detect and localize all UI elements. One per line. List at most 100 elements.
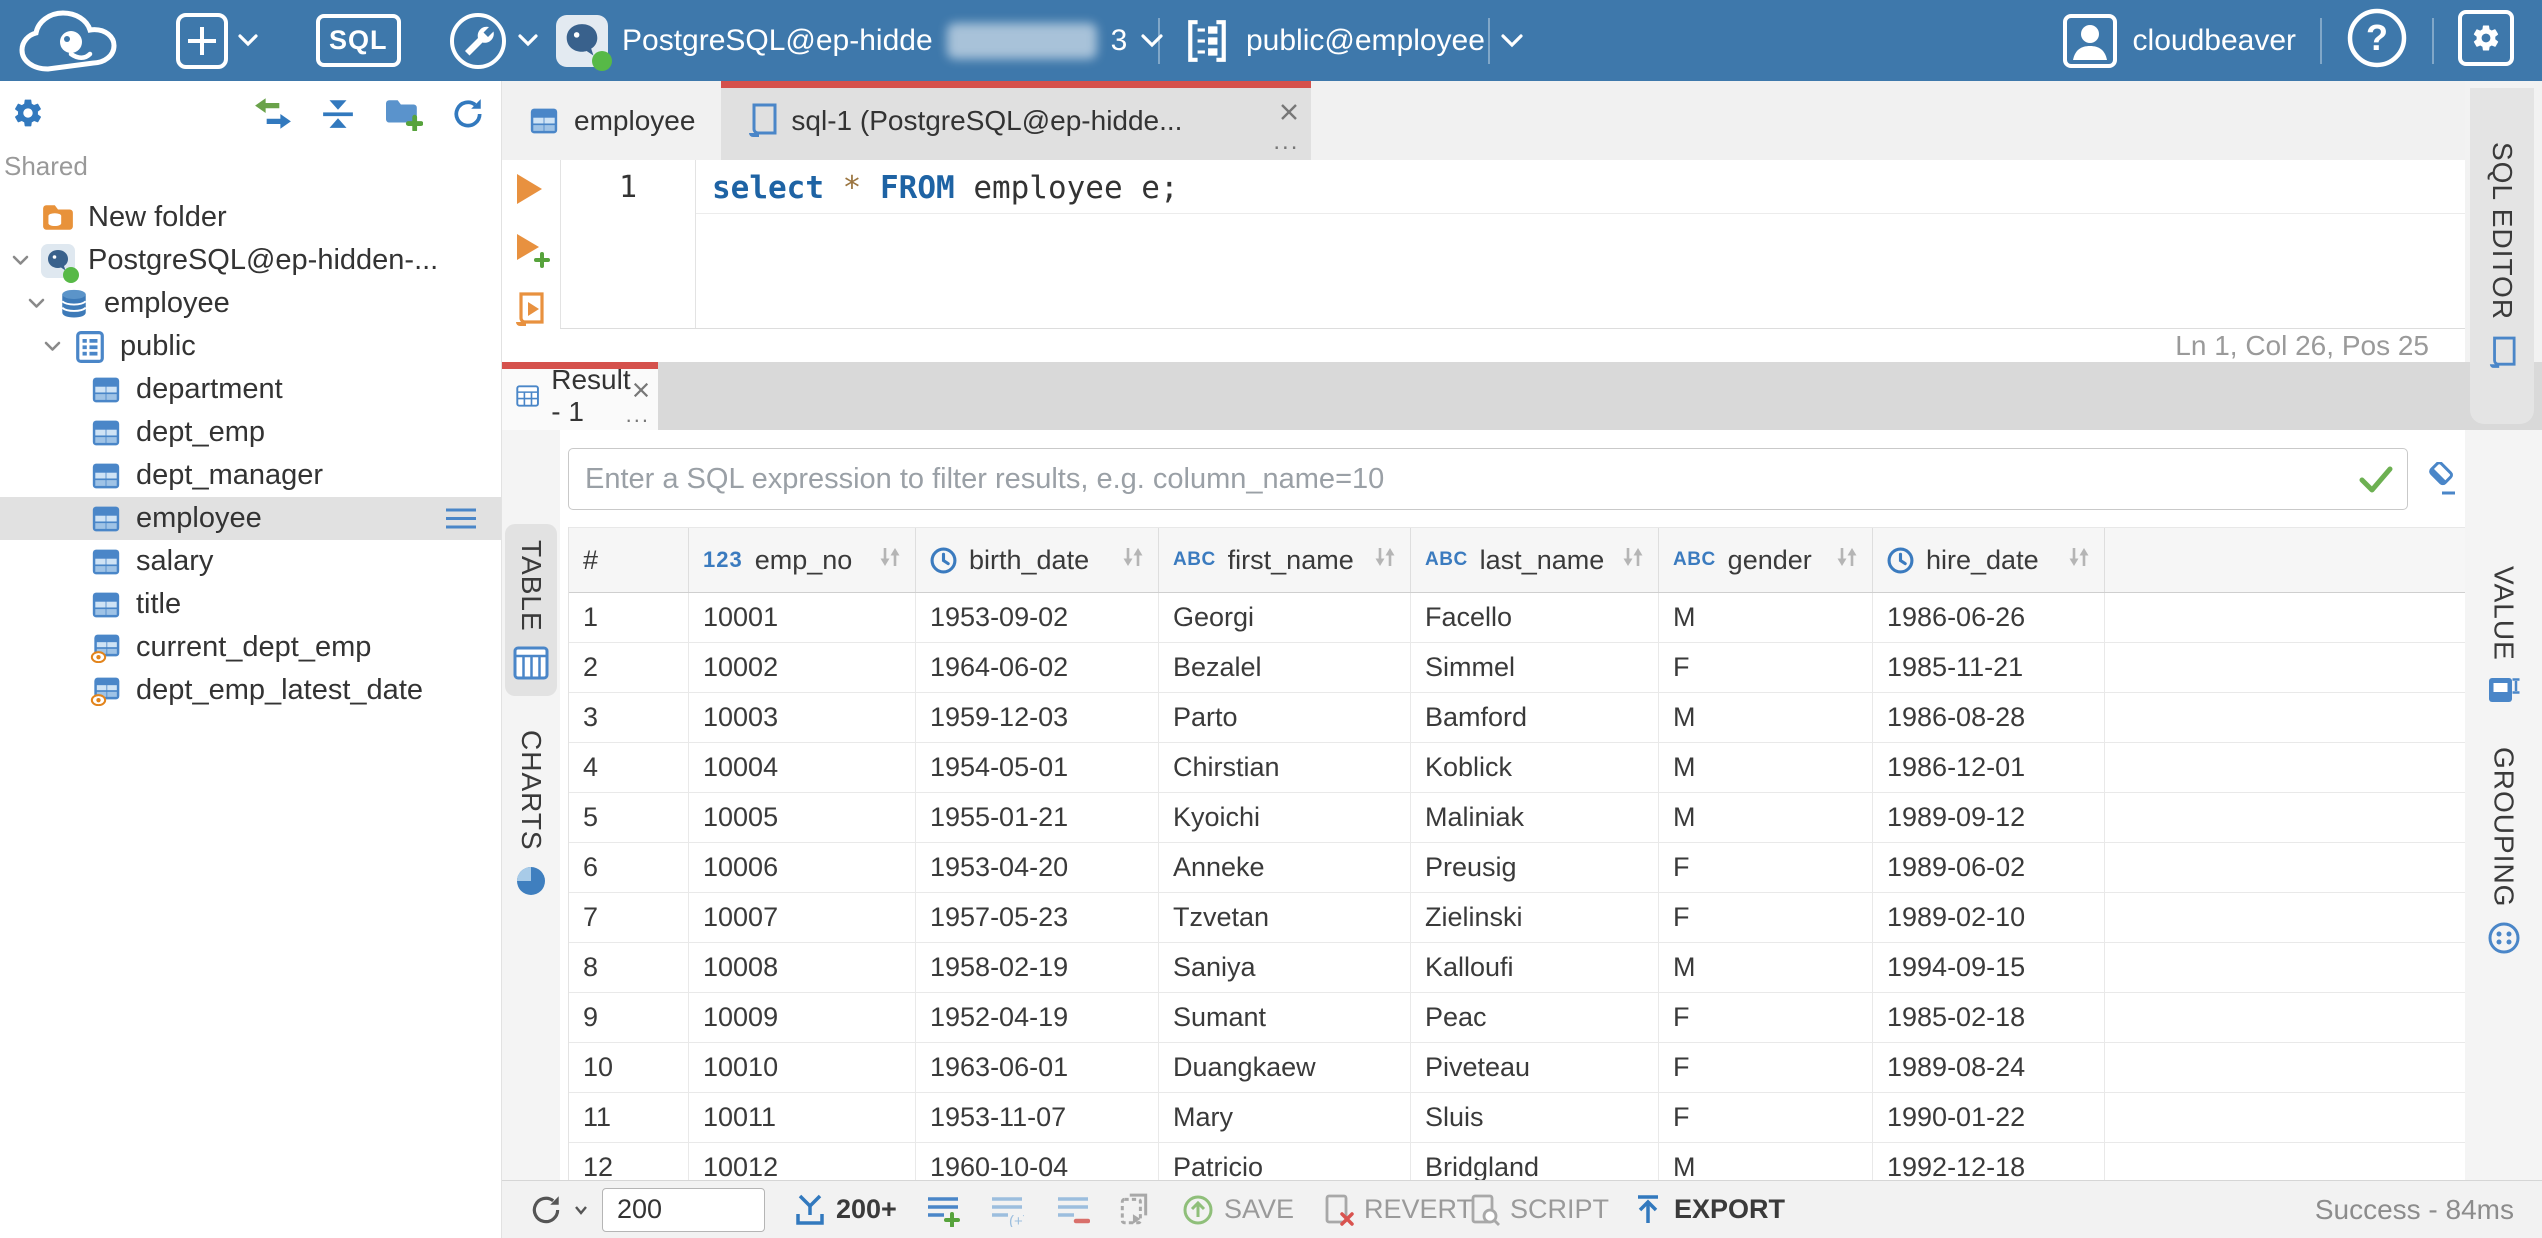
collapse-all-button[interactable] — [321, 98, 355, 135]
tree-item-salary[interactable]: salary — [0, 540, 501, 583]
add-folder-button[interactable] — [383, 97, 424, 136]
grid-cell[interactable]: 1954-05-01 — [916, 743, 1159, 792]
grid-cell[interactable]: Bamford — [1411, 693, 1659, 742]
grid-cell[interactable]: 1985-11-21 — [1873, 643, 2105, 692]
column-header-hire_date[interactable]: hire_date — [1873, 528, 2105, 592]
grid-cell[interactable]: 10008 — [689, 943, 916, 992]
apply-filter-icon[interactable] — [2359, 466, 2393, 498]
execute-script-button[interactable] — [514, 292, 548, 333]
grid-cell[interactable]: Sumant — [1159, 993, 1411, 1042]
grid-cell[interactable]: 1989-02-10 — [1873, 893, 2105, 942]
row-number-cell[interactable]: 8 — [569, 943, 689, 992]
tab-sql-editor[interactable]: sql-1 (PostgreSQL@ep-hidde... ... — [721, 81, 1312, 160]
grid-cell[interactable]: Kalloufi — [1411, 943, 1659, 992]
grid-cell[interactable]: Zielinski — [1411, 893, 1659, 942]
grid-cell[interactable]: 1952-04-19 — [916, 993, 1159, 1042]
column-header-gender[interactable]: ABC gender — [1659, 528, 1873, 592]
row-limit-input[interactable] — [602, 1187, 765, 1232]
driver-manager-button[interactable] — [448, 0, 538, 81]
grid-cell[interactable]: Sluis — [1411, 1093, 1659, 1142]
clear-filter-icon[interactable] — [2425, 461, 2457, 501]
grid-cell[interactable]: Preusig — [1411, 843, 1659, 892]
grid-cell[interactable]: 10003 — [689, 693, 916, 742]
tab-sql-editor-rail[interactable]: SQL EDITOR — [2470, 88, 2534, 424]
grid-cell[interactable]: 1986-12-01 — [1873, 743, 2105, 792]
tree-item-new-folder[interactable]: New folder — [0, 196, 501, 239]
chevron-down-icon[interactable] — [40, 341, 64, 352]
grid-cell[interactable]: 10001 — [689, 593, 916, 642]
grid-cell[interactable]: 10010 — [689, 1043, 916, 1092]
chevron-down-icon[interactable] — [24, 298, 48, 309]
tab-charts-presentation[interactable]: CHARTS — [505, 714, 557, 915]
grid-cell[interactable]: 1964-06-02 — [916, 643, 1159, 692]
grid-cell[interactable]: 1989-09-12 — [1873, 793, 2105, 842]
row-number-cell[interactable]: 3 — [569, 693, 689, 742]
sort-icon[interactable] — [2066, 544, 2092, 577]
grid-cell[interactable]: Anneke — [1159, 843, 1411, 892]
grid-cell[interactable]: 1963-06-01 — [916, 1043, 1159, 1092]
grid-cell[interactable]: 1959-12-03 — [916, 693, 1159, 742]
grid-cell[interactable]: 1953-11-07 — [916, 1093, 1159, 1142]
row-number-cell[interactable]: 1 — [569, 593, 689, 642]
grid-cell[interactable]: 1960-10-04 — [916, 1143, 1159, 1180]
cloudbeaver-logo[interactable] — [14, 0, 140, 81]
grid-cell[interactable]: M — [1659, 1143, 1873, 1180]
grid-cell[interactable]: 10004 — [689, 743, 916, 792]
grid-cell[interactable]: F — [1659, 643, 1873, 692]
script-button[interactable]: SCRIPT — [1470, 1181, 1609, 1238]
grid-cell[interactable]: Parto — [1159, 693, 1411, 742]
grid-cell[interactable]: 1986-06-26 — [1873, 593, 2105, 642]
tree-item-current-dept-emp[interactable]: current_dept_emp — [0, 626, 501, 669]
sync-with-editor-button[interactable] — [253, 97, 293, 136]
grid-cell[interactable]: F — [1659, 993, 1873, 1042]
grid-cell[interactable]: Patricio — [1159, 1143, 1411, 1180]
grid-cell[interactable]: M — [1659, 593, 1873, 642]
grid-cell[interactable]: F — [1659, 893, 1873, 942]
grid-cell[interactable]: Tzvetan — [1159, 893, 1411, 942]
grid-cell[interactable]: 1958-02-19 — [916, 943, 1159, 992]
chevron-down-icon[interactable] — [8, 255, 32, 266]
tree-item-postgresql-ep-hidden[interactable]: PostgreSQL@ep-hidden-... — [0, 239, 501, 283]
grid-cell[interactable]: 1957-05-23 — [916, 893, 1159, 942]
grid-cell[interactable]: 1986-08-28 — [1873, 693, 2105, 742]
apply-changes-button[interactable] — [1118, 1181, 1150, 1238]
grid-cell[interactable]: Duangkaew — [1159, 1043, 1411, 1092]
sort-icon[interactable] — [1834, 544, 1860, 577]
row-number-cell[interactable]: 6 — [569, 843, 689, 892]
grid-cell[interactable]: Maliniak — [1411, 793, 1659, 842]
sort-icon[interactable] — [877, 544, 903, 577]
save-button[interactable]: SAVE — [1182, 1181, 1294, 1238]
tab-employee[interactable]: employee — [502, 81, 721, 160]
row-number-cell[interactable]: 9 — [569, 993, 689, 1042]
grid-cell[interactable]: 10012 — [689, 1143, 916, 1180]
tab-grouping-panel[interactable]: GROUPING — [2472, 731, 2536, 971]
grid-cell[interactable]: Bridgland — [1411, 1143, 1659, 1180]
grid-cell[interactable]: 1953-04-20 — [916, 843, 1159, 892]
tree-item-department[interactable]: department — [0, 368, 501, 411]
grid-cell[interactable]: 1989-06-02 — [1873, 843, 2105, 892]
add-row-button[interactable] — [926, 1181, 960, 1238]
close-icon[interactable] — [1279, 97, 1299, 129]
row-number-cell[interactable]: 7 — [569, 893, 689, 942]
grid-cell[interactable]: Piveteau — [1411, 1043, 1659, 1092]
grid-cell[interactable]: F — [1659, 1043, 1873, 1092]
new-sql-editor-button[interactable]: SQL — [316, 0, 401, 81]
grid-cell[interactable]: Koblick — [1411, 743, 1659, 792]
grid-cell[interactable]: 10002 — [689, 643, 916, 692]
grid-cell[interactable]: Facello — [1411, 593, 1659, 642]
grid-cell[interactable]: 1985-02-18 — [1873, 993, 2105, 1042]
grid-cell[interactable]: Kyoichi — [1159, 793, 1411, 842]
grid-cell[interactable]: M — [1659, 793, 1873, 842]
grid-cell[interactable]: Chirstian — [1159, 743, 1411, 792]
sort-icon[interactable] — [1620, 544, 1646, 577]
sql-editor[interactable]: 1 select * FROM employee e; Ln 1, Col 26… — [502, 160, 2465, 362]
new-object-button[interactable] — [176, 0, 258, 81]
grid-cell[interactable]: Peac — [1411, 993, 1659, 1042]
user-menu[interactable]: cloudbeaver — [2062, 13, 2296, 68]
sort-icon[interactable] — [1372, 544, 1398, 577]
column-header-last_name[interactable]: ABC last_name — [1411, 528, 1659, 592]
row-number-cell[interactable]: 10 — [569, 1043, 689, 1092]
grid-cell[interactable]: 1955-01-21 — [916, 793, 1159, 842]
code-area[interactable]: select * FROM employee e; — [696, 160, 2465, 328]
tree-item-dept-emp[interactable]: dept_emp — [0, 411, 501, 454]
